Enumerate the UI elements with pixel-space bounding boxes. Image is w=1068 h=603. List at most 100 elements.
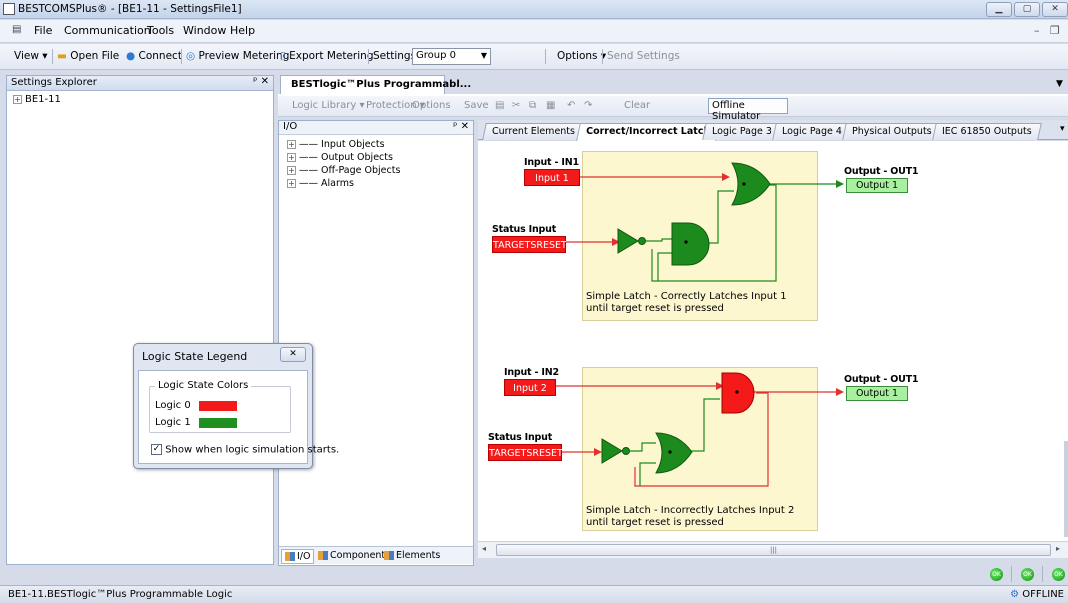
cut-icon[interactable]: ✂ bbox=[512, 100, 520, 111]
show-on-simulation-checkbox[interactable]: ✓ Show when logic simulation starts. bbox=[151, 444, 339, 456]
logic-library-button[interactable]: Logic Library ▾ bbox=[292, 100, 365, 111]
logic0-label: Logic 0 bbox=[155, 400, 191, 411]
panel-pin-close[interactable]: ᵖ ✕ bbox=[253, 76, 269, 87]
tab-logic-page-4[interactable]: Logic Page 4 bbox=[772, 123, 852, 140]
tab-label: Logic Page 3 bbox=[712, 126, 772, 137]
tree-item-output-objects[interactable]: + —— Output Objects bbox=[287, 152, 393, 163]
undo-icon[interactable]: ↶ bbox=[567, 100, 575, 111]
tree-item-label: Off-Page Objects bbox=[321, 165, 401, 176]
paste-icon[interactable]: ▦ bbox=[546, 100, 555, 111]
wire-feedback bbox=[651, 184, 777, 282]
pin-icon[interactable]: ᵖ bbox=[453, 121, 457, 132]
print-icon[interactable]: ▤ bbox=[495, 100, 504, 111]
menu-file[interactable]: File bbox=[34, 24, 52, 37]
legend-title: Logic State Legend bbox=[142, 350, 248, 363]
toolbar-separator bbox=[545, 49, 546, 64]
settings-label: Settings bbox=[373, 50, 417, 62]
title-bar: BESTCOMSPlus® - [BE1-11 - SettingsFile1]… bbox=[0, 0, 1068, 19]
tree-item-input-objects[interactable]: + —— Input Objects bbox=[287, 139, 385, 150]
tree-item-off-page-objects[interactable]: + —— Off-Page Objects bbox=[287, 165, 400, 176]
export-icon: ▯ bbox=[280, 50, 286, 62]
maximize-button[interactable]: ▢ bbox=[1014, 2, 1040, 17]
menu-tools[interactable]: Tools bbox=[147, 24, 174, 37]
view-menu-button[interactable]: View ▾ bbox=[14, 50, 48, 62]
close-icon[interactable]: ✕ bbox=[261, 76, 269, 87]
expand-icon[interactable]: + bbox=[287, 140, 296, 149]
close-button[interactable]: ✕ bbox=[1042, 2, 1068, 17]
connect-icon: ● bbox=[126, 50, 136, 62]
legend-close-button[interactable]: ✕ bbox=[280, 347, 306, 362]
pin-icon[interactable]: ᵖ bbox=[253, 76, 257, 87]
tab-logic-page-3[interactable]: Logic Page 3 bbox=[702, 123, 782, 140]
elements-tab-icon bbox=[384, 551, 394, 560]
checkbox-checked-icon[interactable]: ✓ bbox=[151, 444, 162, 455]
toolbar-separator bbox=[368, 49, 369, 64]
tab-physical-outputs[interactable]: Physical Outputs bbox=[842, 123, 942, 140]
wire-arrow bbox=[836, 180, 844, 188]
tab-list-chevron-icon[interactable]: ▼ bbox=[1056, 79, 1063, 89]
tab-label: Current Elements bbox=[492, 126, 575, 137]
menu-communication[interactable]: Communication bbox=[64, 24, 151, 37]
scroll-right-icon[interactable]: ▸ bbox=[1056, 544, 1060, 553]
menu-help[interactable]: Help bbox=[230, 24, 255, 37]
logic-page-tabs: Current Elements Correct/Incorrect Latch… bbox=[478, 120, 1068, 141]
menu-window[interactable]: Window bbox=[183, 24, 226, 37]
options-button[interactable]: Options bbox=[412, 100, 451, 111]
tree-item-label: Alarms bbox=[321, 178, 354, 189]
scroll-thumb[interactable]: ||| bbox=[496, 544, 1051, 556]
document-tab[interactable]: BESTlogic™Plus Programmabl... bbox=[280, 75, 471, 94]
tab-label: I/O bbox=[297, 551, 311, 562]
not-gate-1 bbox=[617, 228, 639, 254]
tab-iec-61850-outputs[interactable]: IEC 61850 Outputs bbox=[932, 123, 1042, 140]
expand-icon[interactable]: + bbox=[287, 166, 296, 175]
tab-correct-incorrect-latch[interactable]: Correct/Incorrect Latch bbox=[576, 123, 721, 141]
offline-simulator-button[interactable]: Offline Simulator bbox=[708, 98, 788, 122]
expand-icon[interactable]: + bbox=[287, 179, 296, 188]
preview-metering-label: Preview Metering bbox=[198, 50, 290, 62]
tab-io[interactable]: I/O bbox=[281, 549, 315, 564]
clear-button[interactable]: Clear bbox=[624, 100, 650, 111]
redo-icon[interactable]: ↷ bbox=[584, 100, 592, 111]
tabs-chevron-icon[interactable]: ▾ bbox=[1060, 124, 1065, 134]
panel-pin-close[interactable]: ᵖ ✕ bbox=[453, 121, 469, 132]
export-metering-label: Export Metering bbox=[289, 50, 374, 62]
logic-state-colors-title: Logic State Colors bbox=[155, 380, 252, 391]
tree-item-be1-11[interactable]: + BE1-11 bbox=[13, 94, 61, 105]
status-led-icon: OK bbox=[990, 568, 1003, 581]
io-panel-tabs: I/O Components Elements bbox=[279, 546, 473, 564]
menu-app-icon[interactable]: ▤ bbox=[12, 24, 21, 35]
export-metering-button[interactable]: ▯ Export Metering bbox=[280, 50, 373, 62]
logic-wiring bbox=[556, 162, 844, 487]
tab-current-elements[interactable]: Current Elements bbox=[482, 123, 585, 140]
settings-group-value: Group 0 bbox=[416, 50, 456, 61]
scroll-left-icon[interactable]: ◂ bbox=[482, 544, 486, 553]
close-icon[interactable]: ✕ bbox=[461, 121, 469, 132]
options-menu-button[interactable]: Options ▾ bbox=[557, 50, 606, 62]
connect-label: Connect bbox=[138, 50, 182, 62]
wire-not2-to-and bbox=[630, 442, 656, 452]
vertical-scrollbar[interactable] bbox=[1064, 441, 1068, 537]
expand-icon[interactable]: + bbox=[13, 94, 22, 104]
legend-content: Logic State Colors Logic 0 Logic 1 ✓ Sho… bbox=[138, 370, 339, 464]
logic-canvas[interactable]: Input - IN1 Input 1 Status Input TARGETS… bbox=[478, 141, 1068, 541]
settings-group-select[interactable]: Group 0 ▼ bbox=[412, 48, 491, 65]
status-led-icon: OK bbox=[1052, 568, 1065, 581]
mdi-restore-icon[interactable]: ❐ bbox=[1050, 24, 1060, 37]
tree-item-alarms[interactable]: + —— Alarms bbox=[287, 178, 354, 189]
preview-metering-button[interactable]: ◎ Preview Metering bbox=[186, 50, 289, 62]
save-button[interactable]: Save bbox=[464, 100, 489, 111]
tab-elements[interactable]: Elements bbox=[381, 549, 443, 562]
minimize-button[interactable]: ▁ bbox=[986, 2, 1012, 17]
gate-dot bbox=[668, 450, 672, 454]
toolbar-separator bbox=[181, 49, 182, 64]
view-label: View bbox=[14, 50, 39, 62]
connect-button[interactable]: ● Connect bbox=[126, 50, 182, 62]
open-file-button[interactable]: ▬ Open File bbox=[57, 50, 119, 62]
logic0-color-swatch bbox=[199, 401, 237, 411]
expand-icon[interactable]: + bbox=[287, 153, 296, 162]
copy-icon[interactable]: ⧉ bbox=[529, 100, 536, 111]
toolbar-separator bbox=[52, 49, 53, 64]
horizontal-scrollbar[interactable]: ◂ ||| ▸ bbox=[478, 541, 1068, 558]
send-settings-button[interactable]: Send Settings bbox=[607, 50, 680, 62]
mdi-minimize-icon[interactable]: – bbox=[1034, 24, 1040, 37]
